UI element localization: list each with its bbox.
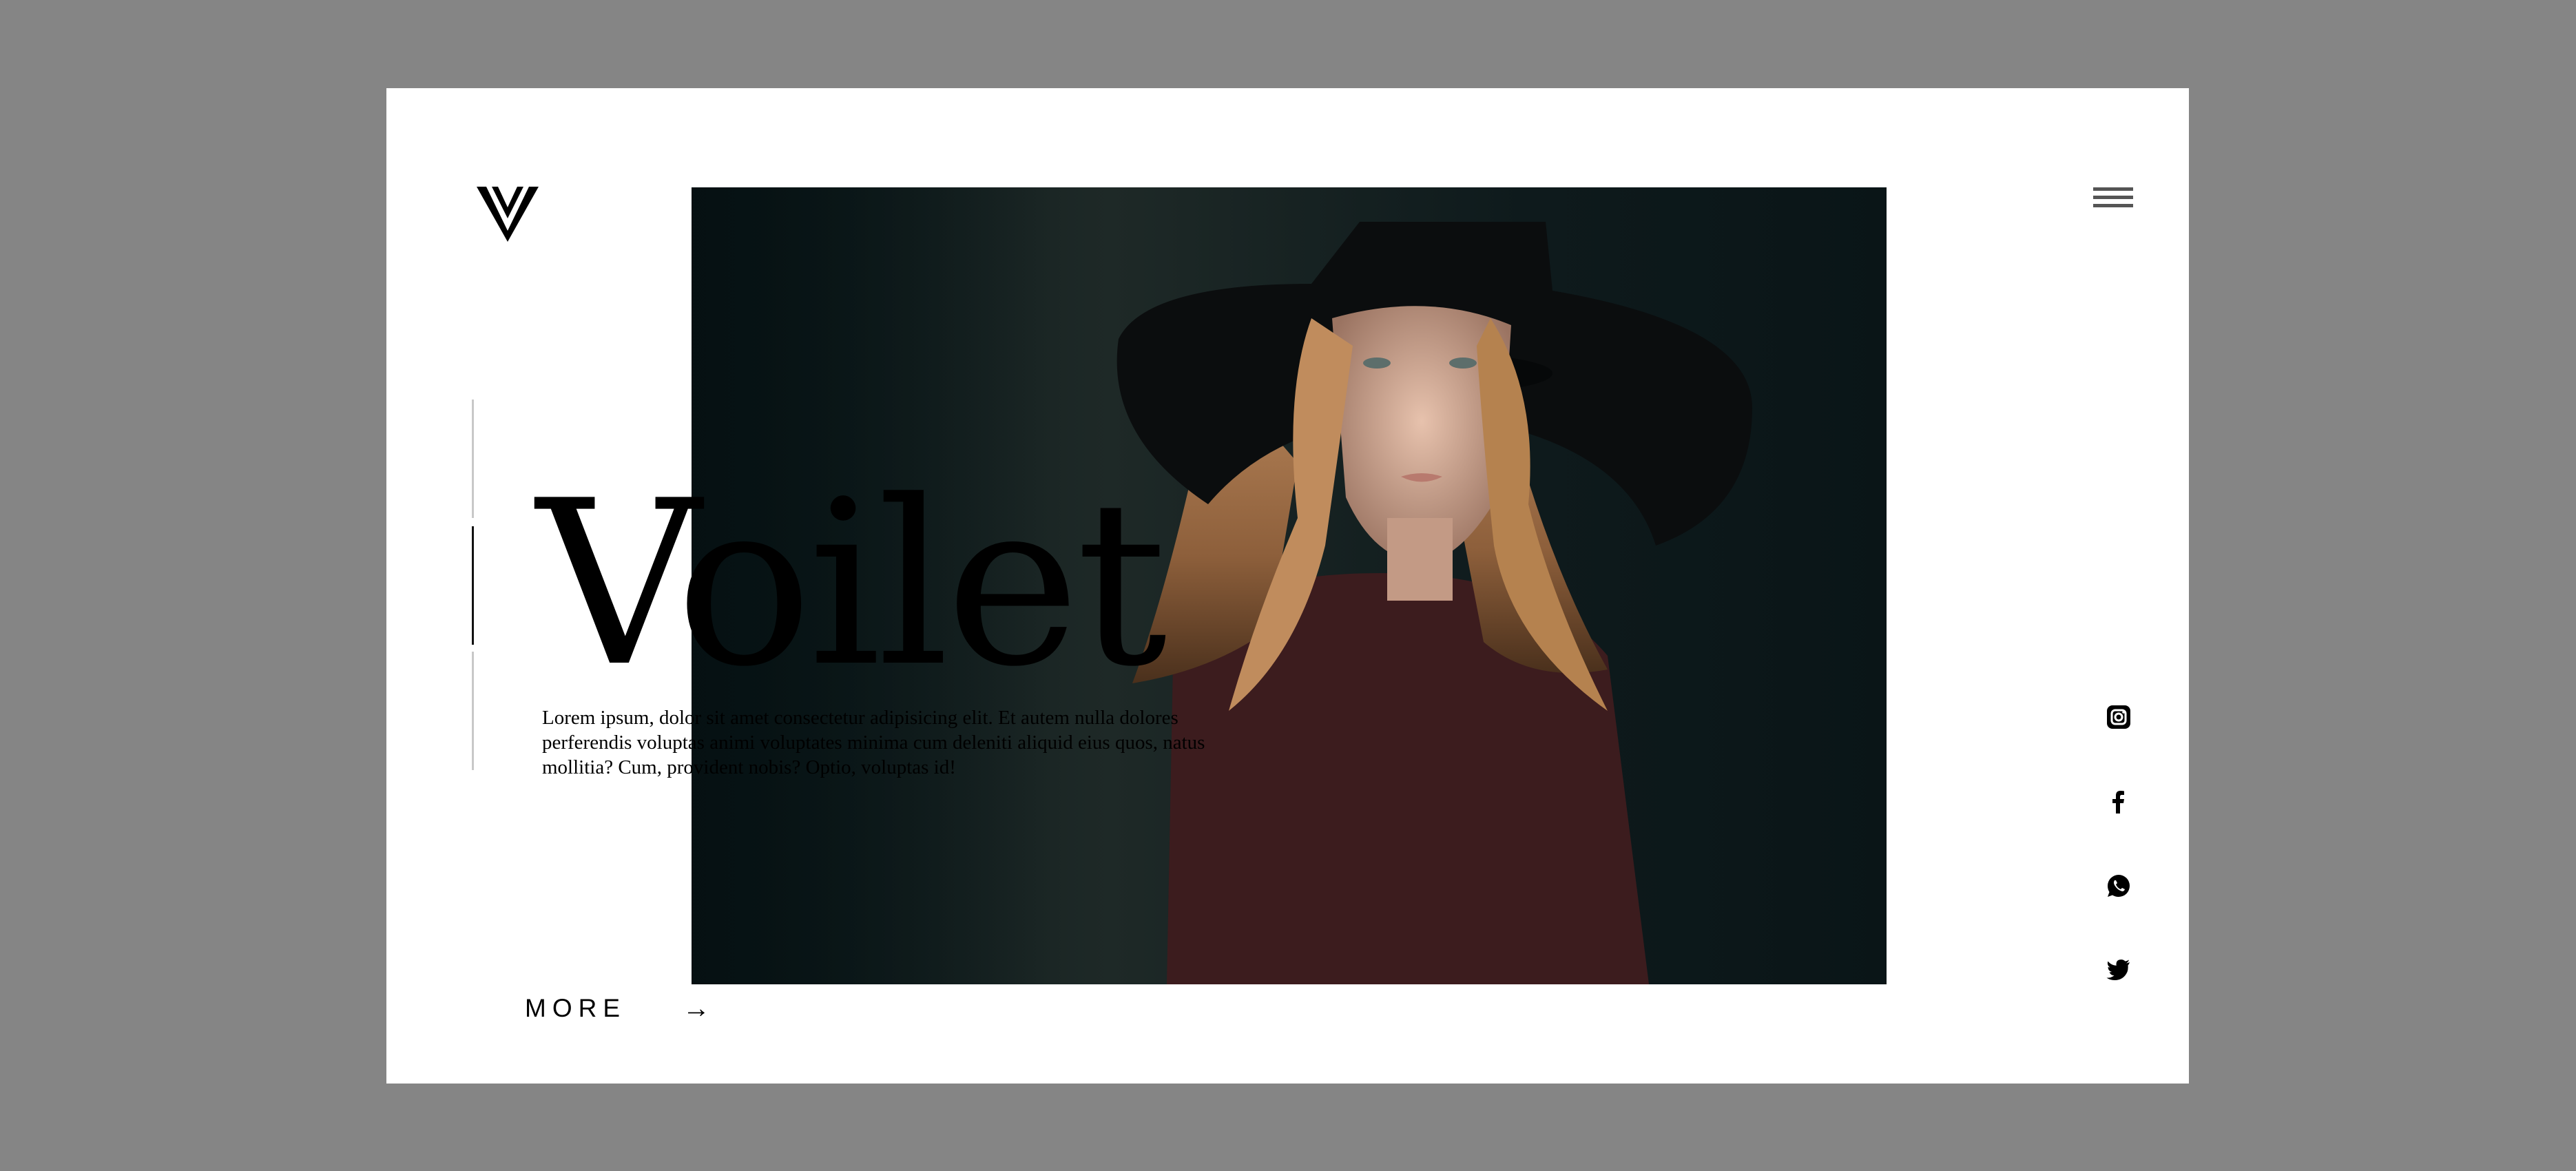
more-label: MORE <box>525 994 626 1022</box>
arrow-right-icon: → <box>683 993 710 1024</box>
page-title: Voilet <box>537 452 1167 716</box>
slide-indicator-inactive[interactable] <box>472 400 474 518</box>
intro-paragraph: Lorem ipsum, dolor sit amet consectetur … <box>542 707 1205 778</box>
twitter-icon[interactable] <box>2106 957 2131 982</box>
landing-card: Voilet Lorem ipsum, dolor sit amet conse… <box>386 88 2189 1084</box>
facebook-icon[interactable] <box>2106 789 2131 814</box>
slide-indicator-inactive[interactable] <box>472 652 474 770</box>
instagram-icon[interactable] <box>2106 705 2131 729</box>
slide-indicator-active[interactable] <box>472 526 474 645</box>
v-logo-icon[interactable] <box>477 187 539 242</box>
whatsapp-icon[interactable] <box>2106 873 2131 898</box>
hamburger-menu-icon[interactable] <box>2093 187 2133 211</box>
more-button[interactable]: MORE → <box>525 994 710 1023</box>
